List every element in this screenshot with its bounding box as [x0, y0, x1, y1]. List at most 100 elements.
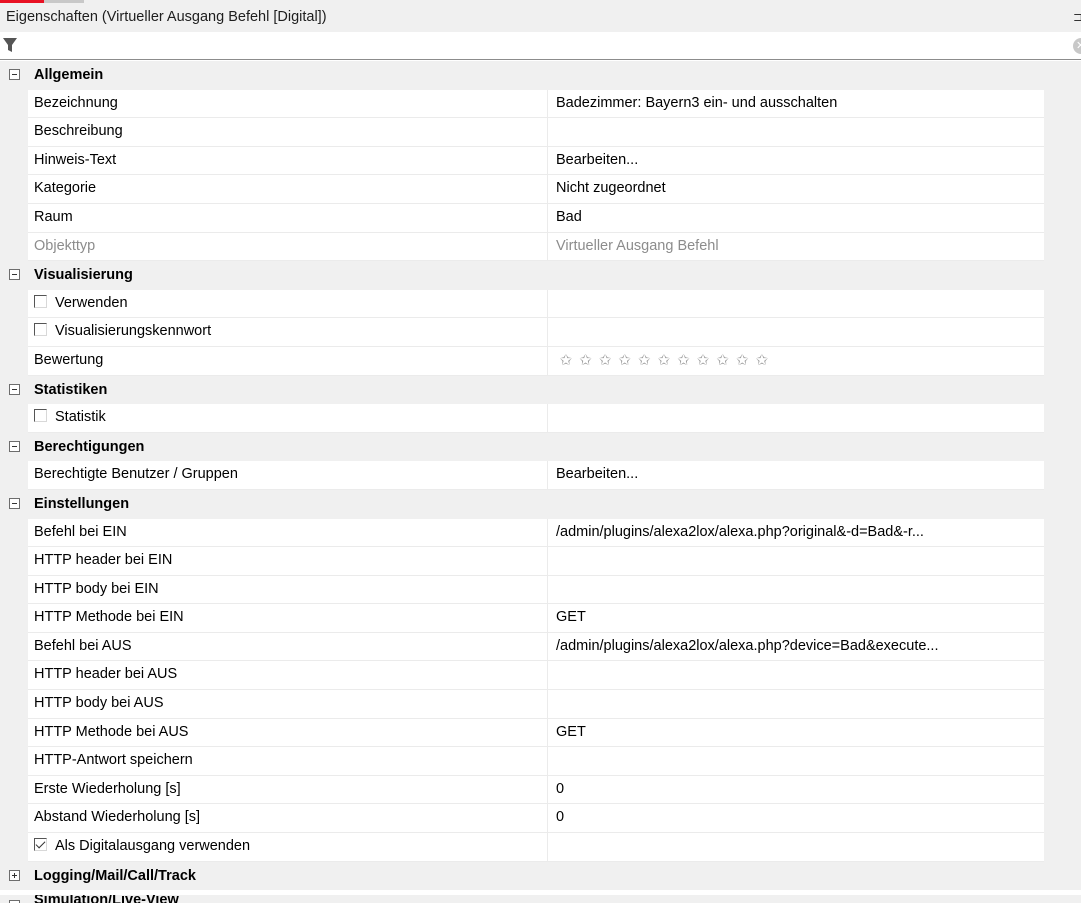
star-icon[interactable]: ✩: [674, 347, 694, 374]
verwenden-checkbox[interactable]: [34, 294, 47, 308]
star-rating[interactable]: ✩ ✩ ✩ ✩ ✩ ✩ ✩ ✩ ✩ ✩ ✩: [556, 347, 772, 374]
property-name: Verwenden: [28, 289, 548, 319]
rating-stars[interactable]: ✩ ✩ ✩ ✩ ✩ ✩ ✩ ✩ ✩ ✩ ✩: [548, 347, 1044, 376]
property-name: Als Digitalausgang verwenden: [28, 833, 548, 862]
kennwort-checkbox[interactable]: [34, 323, 47, 337]
category-label: Logging/Mail/Call/Track: [34, 867, 196, 884]
filter-icon[interactable]: [2, 37, 18, 53]
star-icon[interactable]: ✩: [713, 347, 733, 374]
property-row-methode-ein[interactable]: HTTP Methode bei EIN GET: [0, 604, 1081, 633]
property-row-hinweis-text[interactable]: Hinweis-Text Bearbeiten...: [0, 146, 1081, 176]
property-value[interactable]: Nicht zugeordnet: [548, 175, 1044, 204]
edit-link[interactable]: Bearbeiten...: [548, 461, 1044, 490]
property-row-methode-aus[interactable]: HTTP Methode bei AUS GET: [0, 718, 1081, 748]
property-value[interactable]: Bad: [548, 204, 1044, 233]
property-row-digitalausgang[interactable]: Als Digitalausgang verwenden: [0, 833, 1081, 862]
property-row-beschreibung[interactable]: Beschreibung: [0, 118, 1081, 147]
property-value[interactable]: GET: [548, 604, 1044, 633]
property-name: HTTP header bei AUS: [28, 661, 548, 691]
property-row-bewertung[interactable]: Bewertung ✩ ✩ ✩ ✩ ✩ ✩ ✩ ✩ ✩ ✩ ✩: [0, 346, 1081, 376]
star-icon[interactable]: ✩: [576, 347, 596, 374]
star-icon[interactable]: ✩: [693, 347, 713, 374]
star-icon[interactable]: ✩: [732, 347, 752, 374]
property-row-befehl-ein[interactable]: Befehl bei EIN /admin/plugins/alexa2lox/…: [0, 518, 1081, 548]
property-name: Befehl bei AUS: [28, 632, 548, 662]
property-value[interactable]: Badezimmer: Bayern3 ein- und ausschalten: [548, 90, 1044, 119]
property-name: Bezeichnung: [28, 89, 548, 119]
property-value: [548, 290, 1044, 319]
category-einstellungen[interactable]: Einstellungen: [0, 489, 1081, 519]
property-row-body-ein[interactable]: HTTP body bei EIN: [0, 575, 1081, 605]
category-partial-row: Simulation/Live-View: [0, 895, 1081, 903]
property-grid: Allgemein Bezeichnung Badezimmer: Bayern…: [0, 61, 1081, 891]
pin-icon[interactable]: ⊐: [1073, 3, 1081, 32]
property-row-erste-wiederholung[interactable]: Erste Wiederholung [s] 0: [0, 775, 1081, 805]
property-name: Visualisierungskennwort: [28, 318, 548, 347]
property-name: HTTP body bei AUS: [28, 690, 548, 719]
property-row-raum[interactable]: Raum Bad: [0, 203, 1081, 233]
category-label: Statistiken: [34, 381, 108, 398]
panel-titlebar: Eigenschaften (Virtueller Ausgang Befehl…: [0, 3, 1081, 32]
collapse-icon[interactable]: [9, 440, 20, 452]
star-icon[interactable]: ✩: [556, 347, 576, 374]
property-row-befehl-aus[interactable]: Befehl bei AUS /admin/plugins/alexa2lox/…: [0, 632, 1081, 662]
property-name: Erste Wiederholung [s]: [28, 775, 548, 805]
star-icon[interactable]: ✩: [634, 347, 654, 374]
property-name: Statistik: [28, 404, 548, 433]
star-icon[interactable]: ✩: [752, 347, 772, 374]
property-row-statistik[interactable]: Statistik: [0, 404, 1081, 433]
property-value[interactable]: [548, 576, 1044, 605]
property-value[interactable]: GET: [548, 719, 1044, 748]
checkbox-label: Statistik: [55, 409, 106, 426]
clear-icon[interactable]: ✕: [1073, 38, 1081, 54]
property-value: [548, 318, 1044, 347]
property-name: Raum: [28, 203, 548, 233]
property-value[interactable]: [548, 118, 1044, 147]
checkbox-label: Verwenden: [55, 294, 128, 311]
edit-link[interactable]: Bearbeiten...: [548, 147, 1044, 176]
property-name: HTTP Methode bei AUS: [28, 718, 548, 748]
expand-icon[interactable]: [9, 869, 20, 881]
panel-title: Eigenschaften (Virtueller Ausgang Befehl…: [6, 9, 327, 25]
collapse-icon[interactable]: [9, 383, 20, 395]
property-row-header-ein[interactable]: HTTP header bei EIN: [0, 547, 1081, 576]
property-row-abstand-wiederholung[interactable]: Abstand Wiederholung [s] 0: [0, 804, 1081, 834]
category-label: Berechtigungen: [34, 438, 145, 455]
category-statistiken[interactable]: Statistiken: [0, 375, 1081, 405]
digitalausgang-checkbox[interactable]: [34, 838, 47, 852]
property-row-kategorie[interactable]: Kategorie Nicht zugeordnet: [0, 175, 1081, 204]
property-value[interactable]: [548, 547, 1044, 576]
property-value[interactable]: [548, 690, 1044, 719]
property-row-verwenden[interactable]: Verwenden: [0, 289, 1081, 319]
property-value: [548, 833, 1044, 862]
category-allgemein[interactable]: Allgemein: [0, 61, 1081, 90]
statistik-checkbox[interactable]: [34, 409, 47, 423]
property-value[interactable]: [548, 661, 1044, 691]
property-row-bezeichnung[interactable]: Bezeichnung Badezimmer: Bayern3 ein- und…: [0, 89, 1081, 119]
star-icon[interactable]: ✩: [615, 347, 635, 374]
property-name: Kategorie: [28, 175, 548, 204]
category-berechtigungen[interactable]: Berechtigungen: [0, 432, 1081, 462]
collapse-icon[interactable]: [9, 497, 20, 509]
property-value[interactable]: /admin/plugins/alexa2lox/alexa.php?devic…: [548, 633, 1044, 662]
property-row-visualisierungskennwort[interactable]: Visualisierungskennwort: [0, 318, 1081, 347]
property-row-header-aus[interactable]: HTTP header bei AUS: [0, 661, 1081, 691]
star-icon[interactable]: ✩: [654, 347, 674, 374]
filter-bar[interactable]: ✕: [0, 32, 1081, 60]
collapse-icon[interactable]: [9, 69, 20, 80]
collapse-icon[interactable]: [9, 269, 20, 281]
property-value[interactable]: [548, 747, 1044, 776]
property-row-body-aus[interactable]: HTTP body bei AUS: [0, 690, 1081, 719]
category-label: Einstellungen: [34, 495, 130, 512]
category-logging[interactable]: Logging/Mail/Call/Track: [0, 861, 1081, 891]
property-value[interactable]: 0: [548, 776, 1044, 805]
property-value[interactable]: 0: [548, 804, 1044, 834]
property-row-berechtigte-benutzer[interactable]: Berechtigte Benutzer / Gruppen Bearbeite…: [0, 461, 1081, 490]
property-row-antwort-speichern[interactable]: HTTP-Antwort speichern: [0, 747, 1081, 776]
star-icon[interactable]: ✩: [595, 347, 615, 374]
property-name: HTTP body bei EIN: [28, 575, 548, 605]
property-name: Beschreibung: [28, 118, 548, 147]
property-value[interactable]: /admin/plugins/alexa2lox/alexa.php?origi…: [548, 519, 1044, 548]
property-name: HTTP Methode bei EIN: [28, 604, 548, 633]
category-visualisierung[interactable]: Visualisierung: [0, 261, 1081, 290]
